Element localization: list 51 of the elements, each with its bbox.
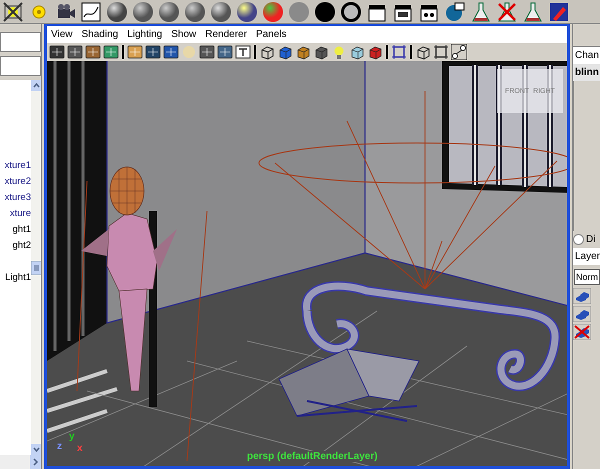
outliner-item[interactable]: ght2	[12, 238, 31, 254]
sphere-icon[interactable]	[106, 0, 128, 22]
menu-item[interactable]: View	[51, 29, 72, 40]
menu-item[interactable]: Shading	[82, 29, 118, 40]
layer-menu-label[interactable]: Layer	[573, 248, 600, 265]
wireframe-cube-icon[interactable]	[415, 44, 431, 60]
flask-icon[interactable]	[470, 0, 492, 22]
ring-icon[interactable]	[340, 0, 362, 22]
name-field[interactable]	[0, 32, 41, 52]
axis-label: x	[77, 443, 83, 454]
radio-button[interactable]	[573, 234, 584, 245]
menu-item[interactable]: Renderer	[205, 29, 247, 40]
striped-sphere-icon[interactable]	[236, 0, 258, 22]
cube-icon[interactable]	[313, 44, 329, 60]
text-icon[interactable]	[235, 44, 251, 60]
cube-icon[interactable]	[295, 44, 311, 60]
scroll-up-icon[interactable]	[30, 80, 41, 91]
flask-icon[interactable]	[522, 0, 544, 22]
axis-label: z	[57, 441, 62, 452]
outliner-item[interactable]: xture1	[4, 158, 31, 174]
camera-label: persp (defaultRenderLayer)	[247, 451, 378, 462]
sphere-icon[interactable]	[314, 0, 336, 22]
cube-icon[interactable]	[277, 44, 293, 60]
channel-box-tab[interactable]: Chan	[573, 46, 600, 64]
menu-item[interactable]: Lighting	[127, 29, 162, 40]
menu-item[interactable]: Panels	[256, 29, 287, 40]
layer-cubes-icon[interactable]	[573, 288, 591, 304]
cube-icon[interactable]	[367, 44, 383, 60]
wireframe-cube-icon[interactable]	[259, 44, 275, 60]
outliner-item[interactable]: xture2	[4, 174, 31, 190]
scroll-right-icon[interactable]	[30, 455, 41, 469]
radio-label: Di	[586, 234, 596, 245]
node-name: blinn	[573, 64, 600, 81]
hidden-layer-icon[interactable]	[573, 324, 591, 340]
node-icon[interactable]	[451, 44, 467, 60]
menu-item[interactable]: Show	[171, 29, 196, 40]
outliner-item[interactable]: xture3	[4, 190, 31, 206]
filter-field[interactable]	[0, 56, 41, 76]
frame-icon[interactable]	[433, 44, 449, 60]
frame-icon[interactable]	[391, 44, 407, 60]
flask-icon[interactable]	[496, 0, 518, 22]
cube-icon[interactable]	[349, 44, 365, 60]
outliner-item[interactable]: xture	[10, 206, 31, 222]
outliner-item[interactable]: Light1	[5, 270, 31, 286]
rainbow-sphere-icon[interactable]	[262, 0, 284, 22]
outliner-item[interactable]: ght1	[12, 222, 31, 238]
blend-mode-dropdown[interactable]: Norm	[574, 269, 600, 285]
axis-label: y	[69, 431, 75, 442]
scroll-down-icon[interactable]	[30, 444, 41, 455]
layer-cubes-icon[interactable]	[573, 306, 591, 322]
scroll-thumb-icon[interactable]	[30, 260, 41, 274]
